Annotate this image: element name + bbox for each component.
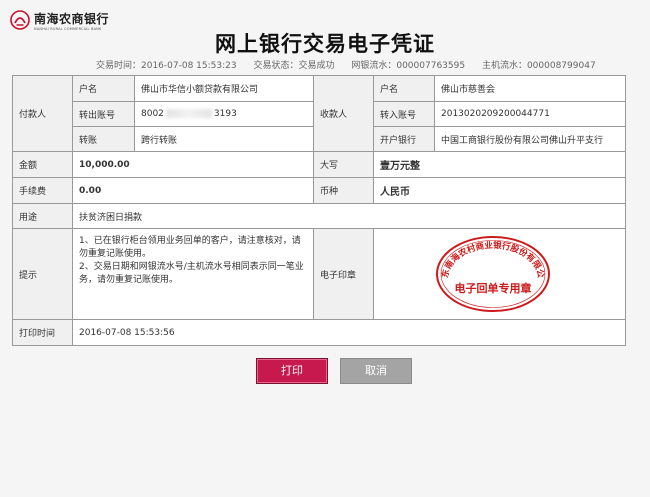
notice-line-2: 2、交易日期和网银流水号/主机流水号相同表示同一笔业务，请勿重复记账使用。 — [79, 262, 304, 285]
transaction-status: 交易状态：交易成功 — [253, 61, 335, 71]
transfer-type: 跨行转账 — [134, 126, 314, 152]
masked-digits — [165, 109, 212, 118]
voucher-table: 付款人 户名 佛山市华信小额贷款有限公司 收款人 户名 佛山市慈善会 转出账号 … — [12, 75, 626, 346]
stamp-center-text: 电子回单专用章 — [455, 281, 532, 295]
amount-upper-value: 壹万元整 — [373, 151, 626, 178]
payee-bank-label: 开户银行 — [373, 126, 435, 152]
purpose-label: 用途 — [12, 203, 73, 229]
transaction-meta: 交易时间：2016-07-08 15:53:23 交易状态：交易成功 网银流水：… — [96, 58, 610, 71]
amount-value: 10,000.00 — [72, 151, 314, 178]
fee-label: 手续费 — [12, 177, 73, 204]
bank-name: 南海农商银行 — [34, 12, 110, 26]
payer-account-prefix: 8002 — [141, 109, 164, 119]
electronic-stamp: 广东南海农村商业银行股份有限公司 电子回单专用章 — [434, 234, 550, 312]
bank-serial: 网银流水：000007763595 — [351, 61, 466, 71]
stamp-label: 电子印章 — [313, 228, 374, 320]
currency-label: 币种 — [313, 177, 374, 204]
cancel-button[interactable]: 取消 — [340, 358, 412, 384]
host-serial: 主机流水：000008799047 — [481, 61, 596, 71]
notice-text: 1、已在银行柜台领用业务回单的客户，请注意核对，请勿重复记账使用。 2、交易日期… — [72, 228, 314, 320]
payee-bank: 中国工商银行股份有限公司佛山升平支行 — [434, 126, 626, 152]
purpose-value: 扶贫济困日捐款 — [72, 203, 626, 229]
amount-label: 金额 — [12, 151, 73, 178]
fee-value: 0.00 — [72, 177, 314, 204]
payer-account-label: 转出账号 — [72, 101, 135, 127]
currency-value: 人民币 — [373, 177, 626, 204]
print-button[interactable]: 打印 — [256, 358, 328, 384]
payer-name: 佛山市华信小额贷款有限公司 — [134, 75, 314, 102]
page-title: 网上银行交易电子凭证 — [215, 32, 435, 56]
transaction-time: 交易时间：2016-07-08 15:53:23 — [96, 61, 237, 71]
payee-section-label: 收款人 — [313, 75, 374, 152]
notice-label: 提示 — [12, 228, 73, 320]
amount-upper-label: 大写 — [313, 151, 374, 178]
payer-name-label: 户名 — [72, 75, 135, 102]
payee-name-label: 户名 — [373, 75, 435, 102]
print-time-value: 2016-07-08 15:53:56 — [72, 319, 626, 346]
payee-name: 佛山市慈善会 — [434, 75, 626, 102]
stamp-cell: 广东南海农村商业银行股份有限公司 电子回单专用章 — [373, 228, 626, 320]
payer-account-suffix: 3193 — [213, 109, 237, 119]
transfer-label: 转账 — [72, 126, 135, 152]
payer-account: 8002 3193 — [134, 101, 314, 127]
print-time-label: 打印时间 — [12, 319, 73, 346]
payee-account: 2013020209200044771 — [434, 101, 626, 127]
payer-section-label: 付款人 — [12, 75, 73, 152]
payee-account-label: 转入账号 — [373, 101, 435, 127]
bank-logo-icon — [10, 10, 30, 30]
notice-line-1: 1、已在银行柜台领用业务回单的客户，请注意核对，请勿重复记账使用。 — [79, 236, 301, 259]
